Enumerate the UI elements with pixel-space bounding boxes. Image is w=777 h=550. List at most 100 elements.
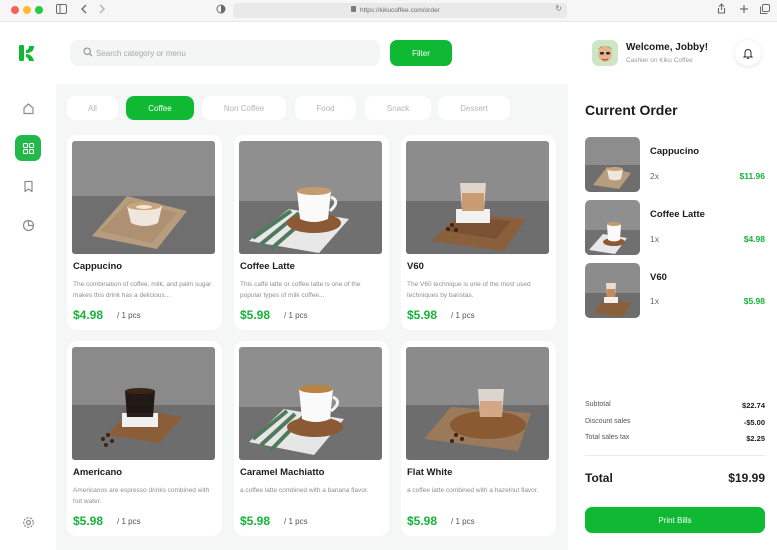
avatar[interactable] [592, 40, 618, 66]
order-title: Current Order [585, 102, 678, 118]
product-price: $5.98 [407, 308, 438, 322]
search-input[interactable] [96, 44, 366, 62]
lock-icon [351, 6, 356, 12]
product-price: $5.98 [407, 514, 438, 528]
close-window-button[interactable] [11, 6, 19, 14]
sidebar-item-home[interactable] [15, 95, 41, 121]
bookmark-icon [23, 180, 33, 192]
new-tab-icon[interactable] [739, 3, 749, 19]
maximize-window-button[interactable] [35, 6, 43, 14]
divider [585, 455, 765, 456]
total-label: Total [585, 471, 613, 485]
order-item-price: $11.96 [739, 171, 765, 181]
product-description: This caffè latte or coffee latte is one … [240, 281, 361, 299]
share-icon[interactable] [717, 3, 726, 19]
sidebar-item-settings[interactable] [15, 509, 41, 535]
welcome-text: Welcome, Jobby! [626, 42, 709, 53]
product-description: Americanos are espresso drinks combined … [73, 487, 210, 505]
tab-overview-icon[interactable] [760, 3, 770, 19]
user-avatar-icon [592, 40, 618, 66]
product-name: Caramel Machiatto [240, 467, 325, 478]
product-price: $4.98 [73, 308, 104, 322]
product-description: a coffee latte combined with a banana fl… [240, 487, 369, 494]
product-name: V60 [407, 261, 424, 272]
pie-chart-icon [22, 219, 34, 231]
back-icon[interactable] [80, 3, 88, 19]
sidebar-toggle-icon[interactable] [56, 3, 67, 19]
minimize-window-button[interactable] [23, 6, 31, 14]
subtotal-label: Subtotal [585, 401, 611, 408]
product-name: Cappucino [73, 261, 123, 272]
order-item-price: $4.98 [743, 234, 765, 244]
product-unit: / 1 pcs [117, 517, 141, 526]
total-value: $19.99 [728, 471, 765, 485]
category-tab-non-coffee[interactable]: Non Coffee [202, 96, 286, 120]
product-description: The V60 technique is one of the most use… [407, 281, 531, 299]
menu-area: All Coffee Non Coffee Food Snack Dessert… [56, 84, 568, 550]
order-item-name: Cappucino [650, 146, 700, 157]
search-bar[interactable] [70, 40, 380, 66]
order-item-image [585, 263, 640, 318]
product-price: $5.98 [240, 308, 271, 322]
order-item-qty: 1x [650, 296, 659, 306]
product-image [72, 141, 215, 254]
product-image [406, 141, 549, 254]
browser-toolbar: https://kikucoffee.com/order ↻ [0, 0, 777, 22]
current-order-panel: Current Order Cappucino 2x $11.96 Coffee… [568, 84, 777, 550]
order-item-name: Coffee Latte [650, 209, 705, 220]
order-item-qty: 2x [650, 171, 659, 181]
order-item-image [585, 200, 640, 255]
product-image [406, 347, 549, 460]
grid-icon [22, 142, 34, 154]
kiku-logo-icon [19, 45, 34, 61]
product-name: Flat White [407, 467, 453, 478]
order-item-qty: 1x [650, 234, 659, 244]
search-icon [83, 47, 93, 57]
category-tab-food[interactable]: Food [295, 96, 356, 120]
product-unit: / 1 pcs [284, 517, 308, 526]
product-description: The combination of coffee, milk, and pal… [73, 281, 212, 299]
print-bills-button[interactable]: Print Bills [585, 507, 765, 533]
category-tab-all[interactable]: All [67, 96, 118, 120]
sidebar-item-menu[interactable] [15, 135, 41, 161]
notifications-button[interactable] [735, 40, 761, 66]
tax-label: Total sales tax [585, 434, 630, 441]
product-card[interactable]: Caramel Machiatto a coffee latte combine… [234, 341, 389, 536]
product-image [72, 347, 215, 460]
product-description: a coffee latte combined with a hazelnut … [407, 487, 539, 494]
product-unit: / 1 pcs [117, 311, 141, 320]
subtotal-value: $22.74 [742, 401, 765, 410]
settings-icon [22, 516, 34, 528]
order-item-name: V60 [650, 272, 667, 283]
bell-icon [743, 48, 753, 59]
product-card[interactable]: Americano Americanos are espresso drinks… [67, 341, 222, 536]
home-icon [22, 102, 34, 114]
sidebar [0, 23, 56, 550]
product-image [239, 347, 382, 460]
product-price: $5.98 [240, 514, 271, 528]
product-unit: / 1 pcs [451, 311, 475, 320]
product-card[interactable]: V60 The V60 technique is one of the most… [401, 135, 556, 330]
product-card[interactable]: Flat White a coffee latte combined with … [401, 341, 556, 536]
address-bar[interactable]: https://kikucoffee.com/order ↻ [233, 3, 567, 18]
product-name: Coffee Latte [240, 261, 295, 272]
category-tab-coffee[interactable]: Coffee [126, 96, 194, 120]
product-unit: / 1 pcs [451, 517, 475, 526]
product-price: $5.98 [73, 514, 104, 528]
category-tab-dessert[interactable]: Dessert [438, 96, 510, 120]
filter-button[interactable]: Filter [390, 40, 452, 66]
reload-icon[interactable]: ↻ [555, 4, 562, 13]
forward-icon[interactable] [98, 3, 106, 19]
sidebar-item-reports[interactable] [15, 212, 41, 238]
product-card[interactable]: Coffee Latte This caffè latte or coffee … [234, 135, 389, 330]
order-item-price: $5.98 [743, 296, 765, 306]
product-name: Americano [73, 467, 123, 478]
tax-value: $2.25 [746, 434, 765, 443]
sidebar-item-saved[interactable] [15, 173, 41, 199]
category-tab-snack[interactable]: Snack [365, 96, 431, 120]
product-card[interactable]: Cappucino The combination of coffee, mil… [67, 135, 222, 330]
product-image [239, 141, 382, 254]
privacy-icon[interactable] [216, 3, 226, 19]
url-text: https://kikucoffee.com/order [360, 7, 440, 14]
user-role: Cashier on Kiku Coffee [626, 57, 693, 64]
